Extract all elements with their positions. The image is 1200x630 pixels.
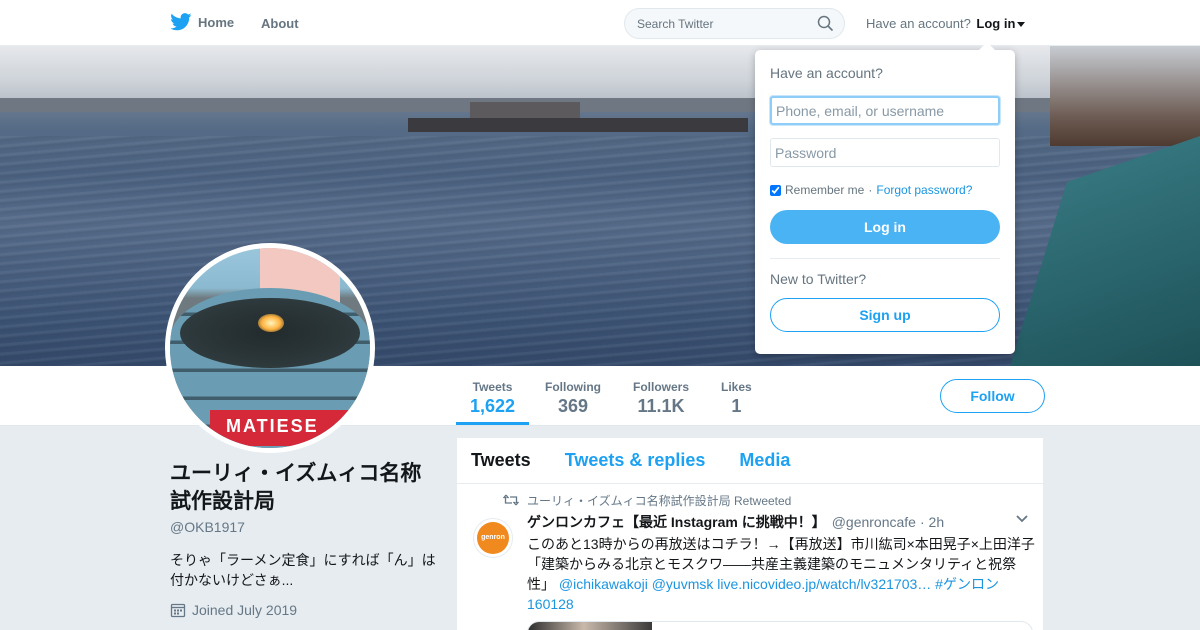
tab-media[interactable]: Media [739,450,790,471]
twitter-bird-icon [170,13,192,31]
search-icon[interactable] [817,15,834,32]
chevron-down-icon [1017,22,1026,28]
profile-description: そりゃ「ラーメン定食」にすれば「ん」は付かないけどさぁ... [170,552,436,588]
stat-value: 11.1K [637,396,685,416]
avatar[interactable]: MATIESE [165,243,375,453]
login-menu-label: Log in [976,16,1016,31]
timeline: Tweets Tweets & replies Media ユーリィ・イズムィコ… [456,437,1044,630]
follow-button[interactable]: Follow [940,379,1045,413]
tweet-author-name[interactable]: ゲンロンカフェ【最近 Instagram に挑戦中！】 [527,512,826,532]
top-navigation: Home About Have an account? Log in [0,0,1200,46]
profile-joined: Joined July 2019 [170,602,440,618]
profile-handle[interactable]: @OKB1917 [170,519,440,535]
tweet-avatar[interactable]: genron cafe [473,518,513,558]
tab-tweets-replies[interactable]: Tweets & replies [565,450,706,471]
new-to-twitter-text: New to Twitter? [770,271,867,287]
tweet-header: ゲンロンカフェ【最近 Instagram に挑戦中！】 @genroncafe … [527,512,1029,532]
retweeted-by-text[interactable]: ユーリィ・イズムィコ名称試作設計局 Retweeted [527,492,791,509]
tab-tweets[interactable]: Tweets [471,450,531,471]
tweet-author-handle[interactable]: @genroncafe [832,514,916,530]
stat-tweets[interactable]: Tweets 1,622 [455,380,530,425]
signup-button[interactable]: Sign up [770,298,1000,332]
stat-followers[interactable]: Followers 11.1K [633,380,689,417]
profile-bio: ユーリィ・イズムィコ名称試作設計局 @OKB1917 そりゃ「ラーメン定食」にす… [170,460,440,618]
chevron-down-icon[interactable] [1015,514,1029,524]
stat-following[interactable]: Following 369 [545,380,601,417]
header-pier [408,118,748,132]
search-box [624,8,845,39]
calendar-icon [170,603,186,618]
nav-about[interactable]: About [261,16,299,31]
avatar-label: MATIESE [210,410,350,446]
tweet-mention[interactable]: @yuvmsk [652,576,714,592]
stat-value: 1,622 [470,396,516,416]
nav-home-label: Home [198,14,235,30]
login-dropdown-title: Have an account? [770,65,883,81]
tweet-media-thumbnail [528,622,652,630]
header-boat [1050,46,1200,146]
timeline-tabs: Tweets Tweets & replies Media [457,438,1043,484]
tweet[interactable]: ユーリィ・イズムィコ名称試作設計局 Retweeted genron cafe … [457,484,1043,614]
nav-home[interactable]: Home [170,13,234,31]
stat-value: 1 [731,396,742,416]
stat-label: Likes [721,380,752,394]
tweet-media-card[interactable] [527,621,1033,630]
tweet-mention[interactable]: @ichikawakoji [559,576,648,592]
tweet-text: このあと13時からの再放送はコチラ！→【再放送】市川紘司×本田晃子×上田洋子「建… [527,534,1037,614]
account-prompt: Have an account? Log in [866,16,1026,31]
login-dropdown: Have an account? Remember me · Forgot pa… [755,42,1015,354]
forgot-password-link[interactable]: Forgot password? [876,183,972,197]
separator: · [868,183,873,197]
stat-label: Tweets [472,380,513,394]
remember-row: Remember me · Forgot password? [770,183,1000,197]
stat-likes[interactable]: Likes 1 [721,380,752,417]
tweet-timestamp[interactable]: · 2h [920,514,944,530]
search-input[interactable] [625,9,805,38]
remember-me-checkbox[interactable] [770,184,781,196]
stat-label: Followers [633,380,690,394]
login-button[interactable]: Log in [770,210,1000,244]
avatar-flame [258,314,284,332]
profile-joined-text: Joined July 2019 [192,602,298,618]
stat-value: 369 [557,396,589,416]
stat-label: Following [545,380,601,394]
username-field[interactable] [770,96,1000,125]
remember-me-label[interactable]: Remember me [785,183,864,197]
avatar-water [180,298,360,368]
profile-name[interactable]: ユーリィ・イズムィコ名称試作設計局 [170,460,440,516]
password-field[interactable] [770,138,1000,167]
tweet-link[interactable]: live.nicovideo.jp/watch/lv321703… [717,576,931,592]
divider [770,258,1000,259]
have-account-text: Have an account? [866,16,971,31]
header-shore [0,98,1200,112]
tweet-avatar-logo: genron cafe [477,522,509,554]
retweet-context: ユーリィ・イズムィコ名称試作設計局 Retweeted [503,492,1029,508]
login-menu-toggle[interactable]: Log in [976,16,1026,31]
retweet-icon [503,494,519,506]
header-sky [0,46,1200,102]
